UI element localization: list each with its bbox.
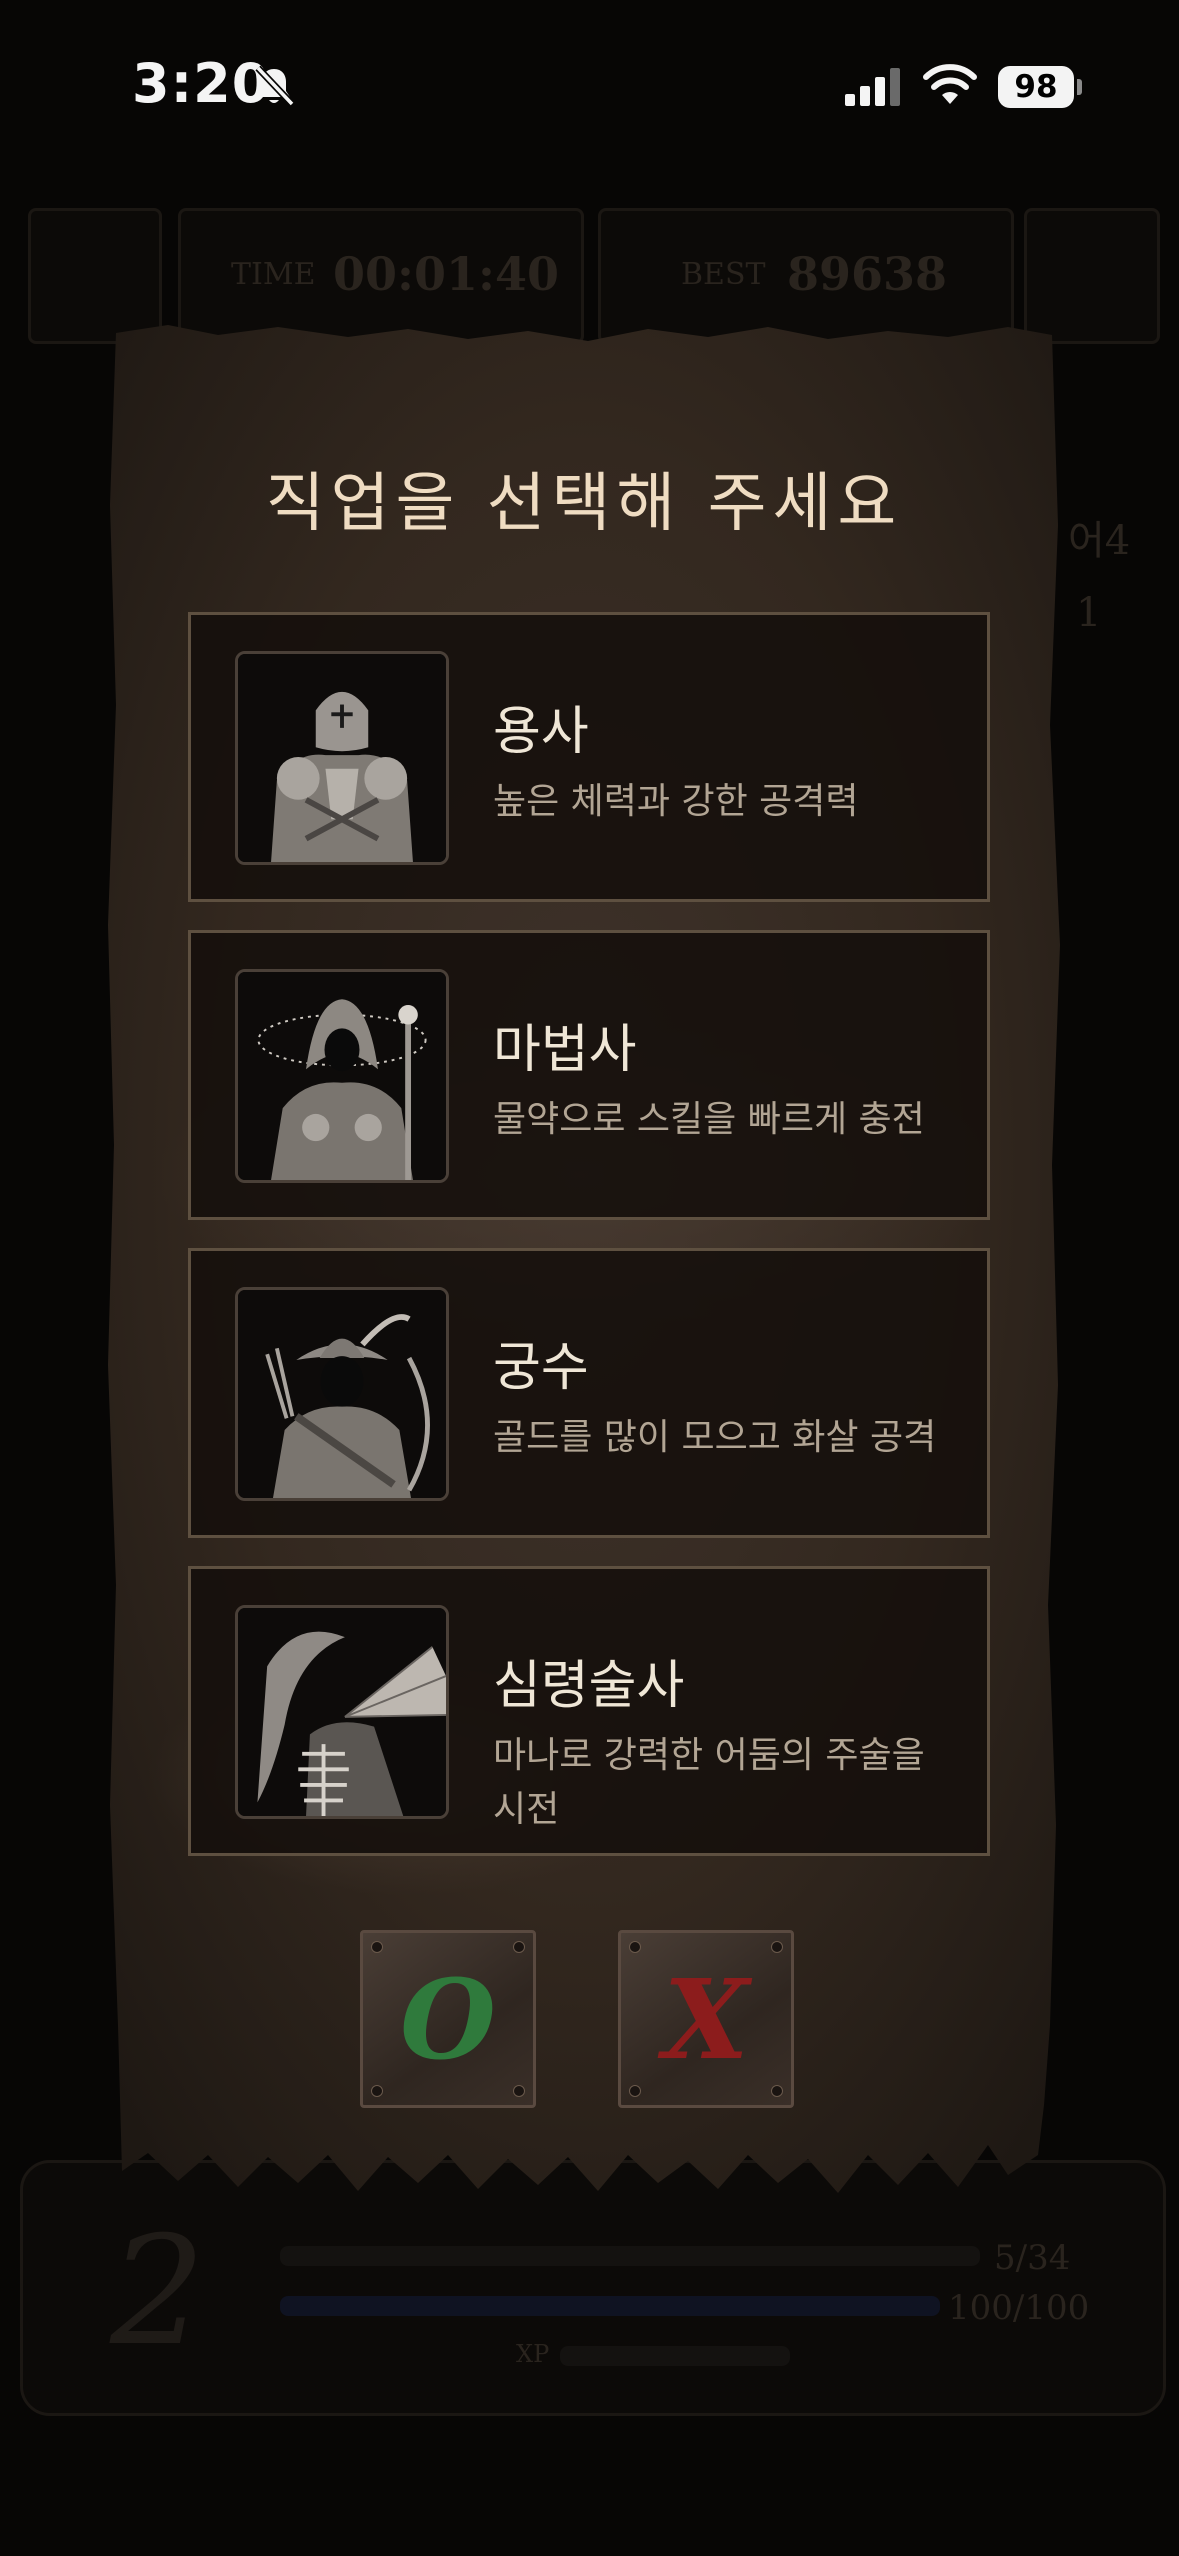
hp-bar (280, 2246, 980, 2266)
class-desc-warrior: 높은 체력과 강한 공격력 (493, 781, 859, 822)
xp-label: XP (516, 2340, 550, 2368)
mp-bar (280, 2296, 940, 2316)
level-number: 2 (110, 2205, 206, 2379)
class-card-archer[interactable]: 궁수 골드를 많이 모으고 화살 공격 (188, 1248, 990, 1538)
bell-muted-icon (255, 65, 295, 107)
class-name-archer: 궁수 (493, 1338, 589, 1398)
archer-portrait-icon (235, 1287, 449, 1501)
mp-text: 100/100 (948, 2288, 1090, 2328)
status-time: 3:20 (132, 52, 271, 115)
best-label: BEST (681, 257, 766, 292)
cellular-signal-icon (845, 68, 900, 106)
wifi-icon (923, 64, 977, 104)
class-card-warrior[interactable]: 용사 높은 체력과 강한 공격력 (188, 612, 990, 902)
time-label: TIME (231, 257, 316, 292)
status-bar: 3:20 98 (0, 0, 1179, 170)
necromancer-portrait-icon (235, 1605, 449, 1819)
knight-portrait-icon (235, 651, 449, 865)
class-desc-archer: 골드를 많이 모으고 화살 공격 (493, 1417, 937, 1458)
battery-tip (1077, 79, 1082, 95)
class-desc-mage: 물약으로 스킬을 빠르게 충전 (493, 1099, 925, 1140)
class-name-necromancer: 심령술사 (493, 1656, 685, 1716)
class-desc-necromancer: 마나로 강력한 어둠의 주술을 시전 (493, 1735, 925, 1830)
class-name-warrior: 용사 (493, 702, 589, 762)
hp-text: 5/34 (994, 2238, 1071, 2278)
best-value: 89638 (787, 247, 948, 301)
cancel-button[interactable]: X (618, 1930, 794, 2108)
time-value: 00:01:40 (333, 247, 560, 301)
dialog-title: 직업을 선택해 주세요 (265, 467, 903, 541)
settings-button-bg (1024, 208, 1160, 344)
battery-indicator: 98 (998, 66, 1074, 108)
back-button-bg (28, 208, 162, 344)
class-name-mage: 마법사 (493, 1020, 637, 1080)
class-card-mage[interactable]: 마법사 물약으로 스킬을 빠르게 충전 (188, 930, 990, 1220)
xp-bar (560, 2346, 790, 2366)
mage-portrait-icon (235, 969, 449, 1183)
cancel-glyph-icon: X (663, 1954, 749, 2084)
side-label-1: 어4 (1068, 518, 1131, 564)
class-card-necromancer[interactable]: 심령술사 마나로 강력한 어둠의 주술을 시전 (188, 1566, 990, 1856)
side-label-2: 1 (1076, 590, 1102, 636)
confirm-button[interactable]: O (360, 1930, 536, 2108)
confirm-glyph-icon: O (400, 1954, 496, 2084)
time-panel-bg: TIME 00:01:40 (178, 208, 584, 344)
best-panel-bg: BEST 89638 (598, 208, 1014, 344)
